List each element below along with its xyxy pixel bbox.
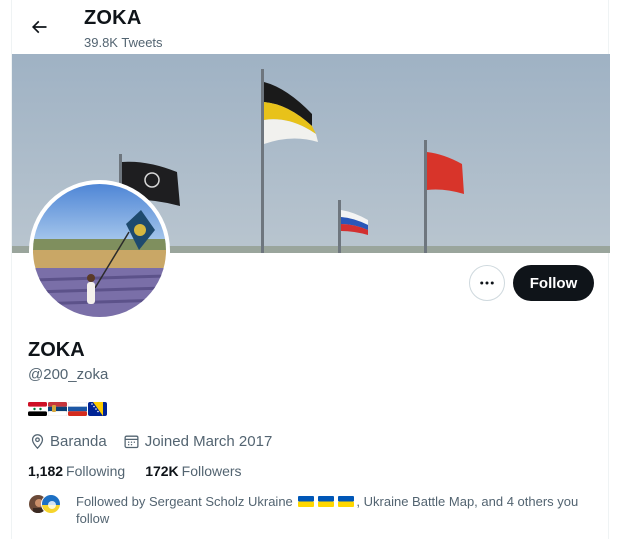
flag-russia-icon	[68, 402, 87, 416]
profile-meta: Baranda Joined March 2017	[28, 432, 288, 450]
followers-link[interactable]: 172K Followers	[145, 463, 241, 479]
profile-name: ZOKA	[28, 339, 85, 361]
location-item: Baranda	[28, 432, 107, 450]
follow-button[interactable]: Follow	[513, 265, 594, 301]
joined-item: Joined March 2017	[123, 432, 273, 450]
bio-flags	[28, 402, 107, 416]
followed-by-prefix: Followed by Sergeant Scholz Ukraine	[76, 494, 293, 509]
following-label: Following	[66, 463, 126, 479]
top-bar: ZOKA 39.8K Tweets	[12, 0, 610, 54]
profile-handle: @200_zoka	[28, 366, 109, 383]
header-tweet-count: 39.8K Tweets	[84, 35, 163, 50]
flag-syria-icon	[28, 402, 47, 416]
more-horizontal-icon	[480, 281, 494, 285]
followers-label: Followers	[181, 463, 242, 479]
followed-by[interactable]: Followed by Sergeant Scholz Ukraine , Uk…	[28, 493, 588, 527]
joined-text: Joined March 2017	[144, 432, 273, 450]
more-options-button[interactable]	[469, 265, 505, 301]
flag-ukraine-icon	[338, 496, 355, 507]
profile-column: ZOKA 39.8K Tweets Follow ZOKA @200_zoka …	[11, 0, 610, 539]
flag-serbia-icon	[48, 402, 67, 416]
calendar-icon	[123, 432, 141, 450]
flag-ukraine-icon	[298, 496, 315, 507]
flag-ukraine-icon	[318, 496, 335, 507]
flag-bosnia-icon	[88, 402, 107, 416]
following-link[interactable]: 1,182 Following	[28, 463, 125, 479]
avatar-image	[33, 184, 166, 317]
profile-stats: 1,182 Following 172K Followers	[28, 463, 262, 479]
location-text: Baranda	[50, 432, 107, 450]
arrow-left-icon	[31, 20, 47, 34]
follower-avatars	[28, 493, 68, 515]
location-pin-icon	[28, 432, 46, 450]
back-button[interactable]	[24, 12, 54, 42]
header-name: ZOKA	[84, 7, 142, 29]
followed-by-text: Followed by Sergeant Scholz Ukraine , Uk…	[76, 493, 588, 527]
following-count: 1,182	[28, 463, 64, 479]
followers-count: 172K	[145, 463, 179, 479]
avatar	[41, 494, 61, 514]
profile-avatar[interactable]	[29, 180, 170, 321]
